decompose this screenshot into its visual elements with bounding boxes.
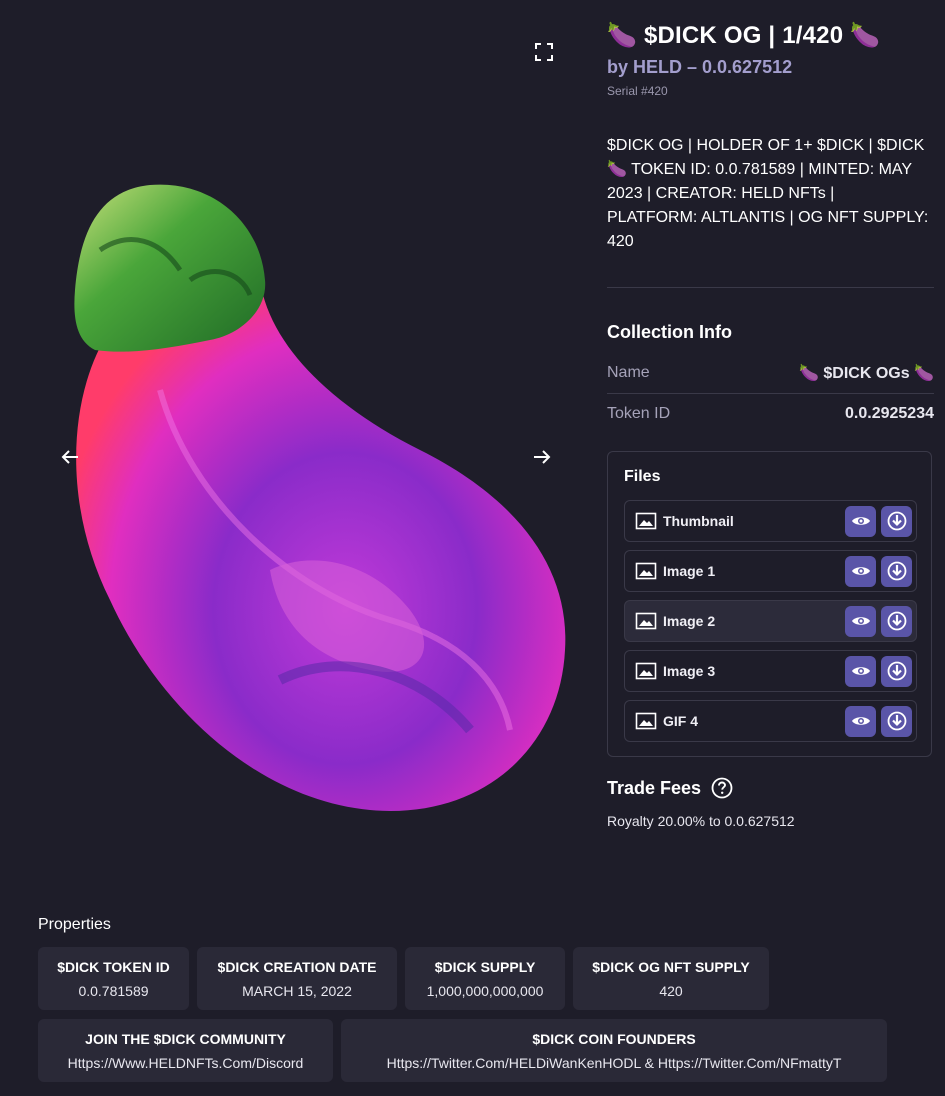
- expand-icon: [535, 43, 553, 61]
- file-row-image-2[interactable]: Image 2: [624, 600, 917, 642]
- property-key: $DICK COIN FOUNDERS: [532, 1030, 696, 1047]
- view-button[interactable]: [845, 705, 876, 737]
- property-key: $DICK SUPPLY: [434, 958, 536, 975]
- image-icon: [635, 712, 657, 730]
- eye-icon: [851, 667, 870, 675]
- file-row-image-3[interactable]: Image 3: [624, 650, 917, 692]
- collection-name-row: Name 🍆 $DICK OGs 🍆: [607, 353, 934, 394]
- property-key: $DICK TOKEN ID: [57, 958, 170, 975]
- properties-heading: Properties: [38, 916, 111, 933]
- view-button[interactable]: [845, 505, 876, 537]
- nft-title: 🍆 $DICK OG | 1/420 🍆: [607, 22, 881, 49]
- files-heading: Files: [624, 468, 661, 485]
- eye-icon: [851, 617, 870, 625]
- fullscreen-button[interactable]: [532, 40, 556, 64]
- help-icon[interactable]: [711, 777, 733, 799]
- token-id-row: Token ID 0.0.2925234: [607, 394, 934, 434]
- download-icon: [887, 561, 906, 581]
- view-button[interactable]: [845, 605, 876, 637]
- download-button[interactable]: [881, 555, 912, 587]
- property-card: JOIN THE $DICK COMMUNITY Https://Www.HEL…: [38, 1019, 333, 1082]
- file-label: Thumbnail: [663, 513, 734, 529]
- property-value: 1,000,000,000,000: [426, 982, 544, 999]
- property-key: $DICK OG NFT SUPPLY: [592, 958, 750, 975]
- nft-description: $DICK OG | HOLDER OF 1+ $DICK | $DICK 🍆 …: [607, 137, 929, 250]
- eye-icon: [851, 717, 870, 725]
- property-key: JOIN THE $DICK COMMUNITY: [85, 1030, 286, 1047]
- royalty-info: Royalty 20.00% to 0.0.627512: [607, 813, 795, 829]
- view-button[interactable]: [845, 655, 876, 687]
- file-row-image-1[interactable]: Image 1: [624, 550, 917, 592]
- file-label: GIF 4: [663, 713, 699, 729]
- download-button[interactable]: [881, 505, 912, 537]
- collection-name-label: Name: [607, 364, 650, 381]
- download-icon: [887, 511, 906, 531]
- file-row-thumbnail[interactable]: Thumbnail: [624, 500, 917, 542]
- property-card: $DICK TOKEN ID 0.0.781589: [38, 947, 189, 1010]
- arrow-right-icon: [534, 450, 551, 464]
- download-icon: [887, 611, 906, 631]
- property-key: $DICK CREATION DATE: [217, 958, 377, 975]
- serial-number: Serial #420: [607, 84, 668, 98]
- files-panel: Files Thumbnail Image 1 Image 2 Image 3 …: [607, 451, 932, 757]
- property-value[interactable]: Https://Www.HELDNFTs.Com/Discord: [68, 1055, 304, 1071]
- property-card: $DICK COIN FOUNDERS Https://Twitter.Com/…: [341, 1019, 887, 1082]
- previous-image-button[interactable]: [58, 445, 82, 469]
- next-image-button[interactable]: [530, 445, 554, 469]
- file-label: Image 2: [663, 613, 716, 629]
- nft-detail-page: 🍆 $DICK OG | 1/420 🍆 by HELD – 0.0.62751…: [0, 0, 945, 1096]
- file-label: Image 1: [663, 563, 716, 579]
- download-icon: [887, 661, 906, 681]
- property-value[interactable]: Https://Twitter.Com/HELDiWanKenHODL & Ht…: [387, 1055, 842, 1071]
- property-value: 420: [659, 982, 683, 999]
- media-viewer: [40, 30, 570, 860]
- download-icon: [887, 711, 906, 731]
- eye-icon: [851, 517, 870, 525]
- collection-name-value[interactable]: 🍆 $DICK OGs 🍆: [799, 363, 934, 383]
- eye-icon: [851, 567, 870, 575]
- image-icon: [635, 562, 657, 580]
- download-button[interactable]: [881, 655, 912, 687]
- property-card: $DICK CREATION DATE MARCH 15, 2022: [197, 947, 397, 1010]
- divider: [607, 287, 934, 288]
- eggplant-artwork: [74, 184, 566, 811]
- property-value: 0.0.781589: [78, 982, 149, 999]
- image-icon: [635, 612, 657, 630]
- image-icon: [635, 512, 657, 530]
- collection-info-heading: Collection Info: [607, 322, 732, 342]
- property-card: $DICK OG NFT SUPPLY 420: [573, 947, 769, 1010]
- image-icon: [635, 662, 657, 680]
- view-button[interactable]: [845, 555, 876, 587]
- download-button[interactable]: [881, 705, 912, 737]
- trade-fees-label: Trade Fees: [607, 777, 702, 798]
- file-row-gif-4[interactable]: GIF 4: [624, 700, 917, 742]
- trade-fees-heading: Trade Fees: [607, 777, 733, 799]
- token-id-value: 0.0.2925234: [845, 405, 934, 422]
- property-value: MARCH 15, 2022: [242, 982, 352, 999]
- download-button[interactable]: [881, 605, 912, 637]
- file-label: Image 3: [663, 663, 716, 679]
- property-card: $DICK SUPPLY 1,000,000,000,000: [405, 947, 565, 1010]
- arrow-left-icon: [61, 450, 78, 464]
- token-id-label: Token ID: [607, 405, 671, 422]
- creator-link[interactable]: by HELD – 0.0.627512: [607, 57, 792, 78]
